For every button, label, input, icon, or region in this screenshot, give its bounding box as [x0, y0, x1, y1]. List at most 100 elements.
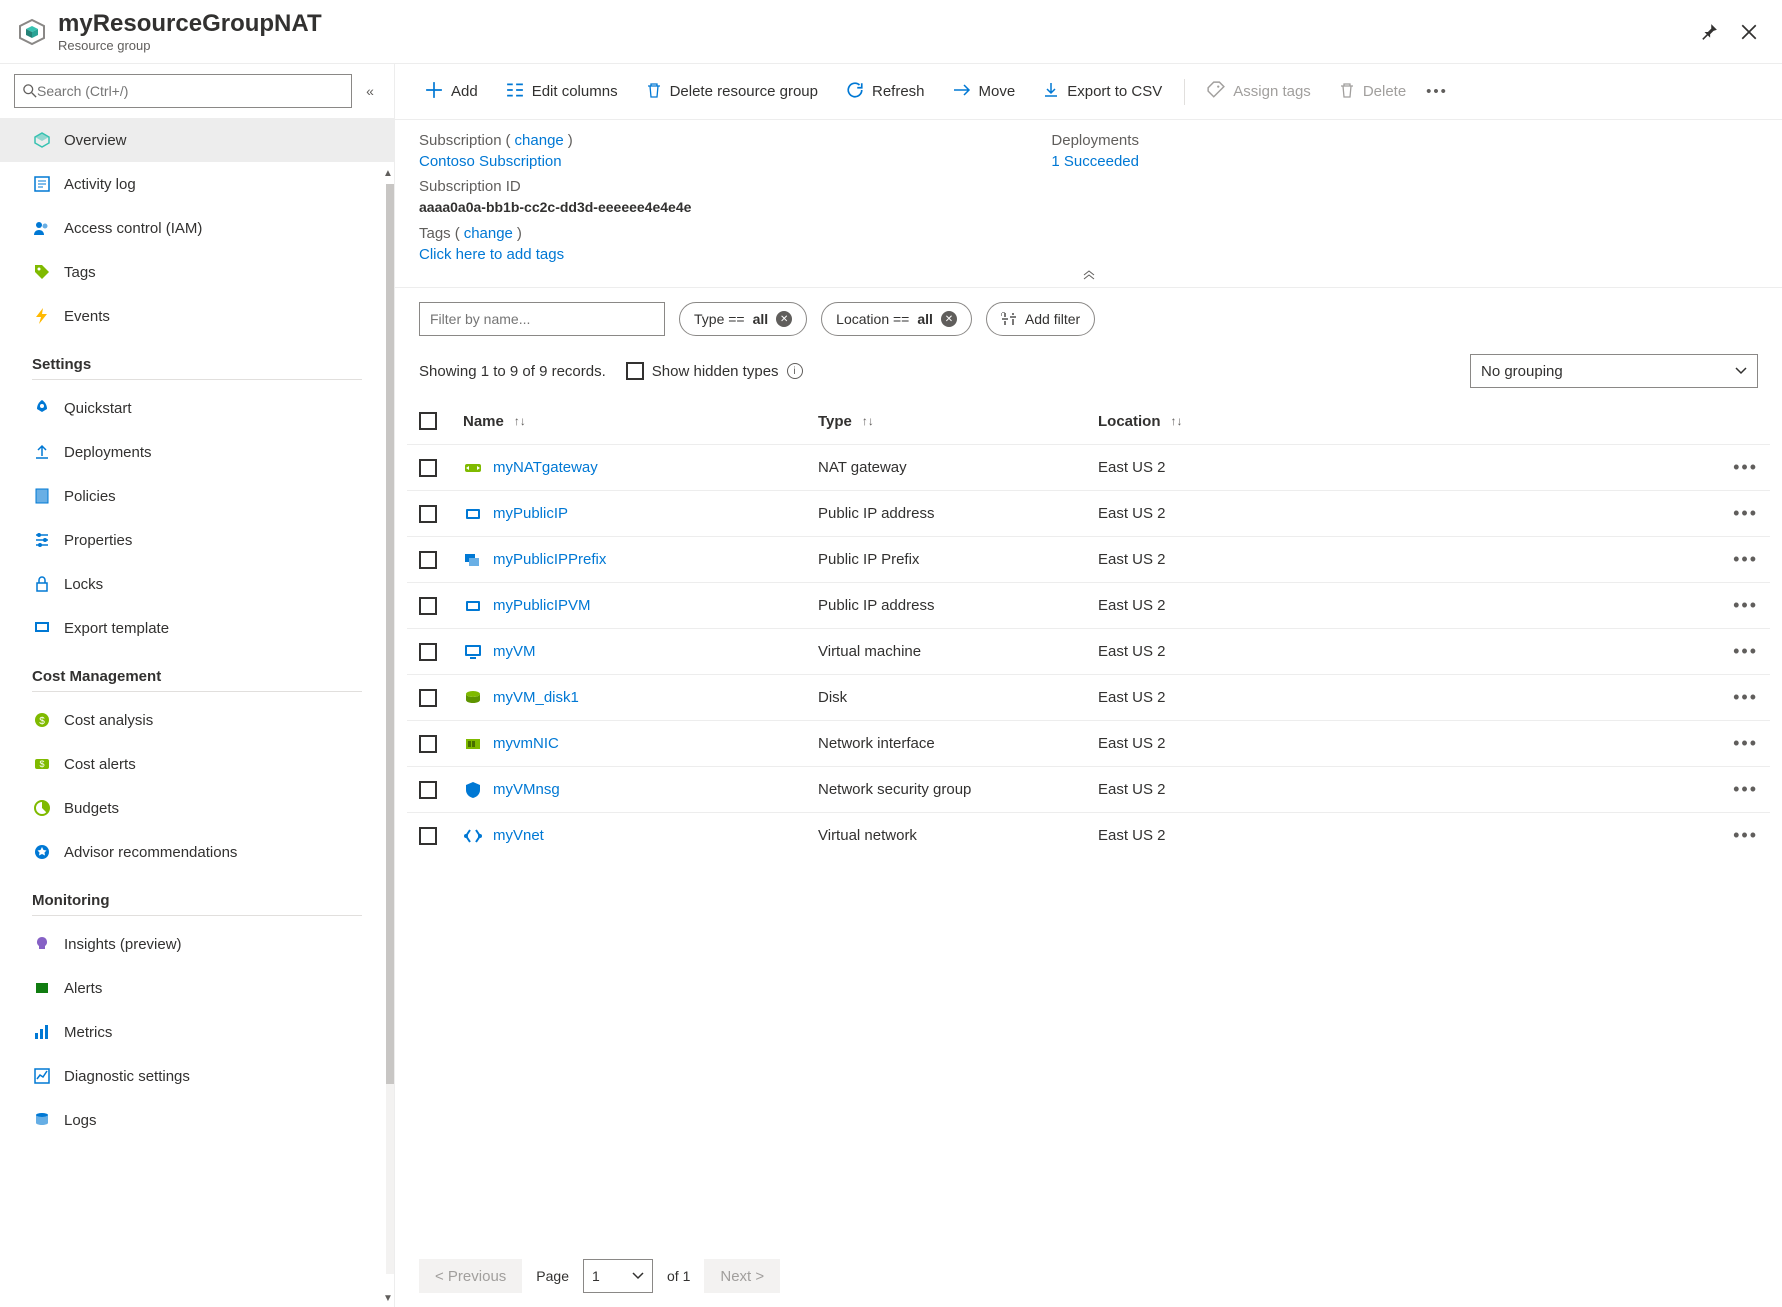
refresh-button[interactable]: Refresh — [834, 75, 937, 109]
sidebar-item-deployments[interactable]: Deployments — [0, 430, 394, 474]
row-context-menu[interactable]: ••• — [1698, 825, 1758, 846]
export-csv-button[interactable]: Export to CSV — [1031, 75, 1174, 109]
assign-tags-button[interactable]: Assign tags — [1195, 75, 1323, 109]
row-checkbox[interactable] — [419, 827, 437, 845]
subscription-name-link[interactable]: Contoso Subscription — [419, 153, 691, 170]
sidebar-item-locks[interactable]: Locks — [0, 562, 394, 606]
resource-link[interactable]: myVM_disk1 — [493, 689, 579, 706]
sidebar-search[interactable] — [14, 74, 352, 108]
row-checkbox[interactable] — [419, 781, 437, 799]
filter-name-input[interactable] — [419, 302, 665, 336]
resource-link[interactable]: myVM — [493, 643, 536, 660]
sidebar-item-policies[interactable]: Policies — [0, 474, 394, 518]
row-context-menu[interactable]: ••• — [1698, 641, 1758, 662]
resource-link[interactable]: myPublicIPVM — [493, 597, 591, 614]
column-name-header[interactable]: Name — [463, 413, 504, 430]
resource-link[interactable]: myPublicIP — [493, 505, 568, 522]
pin-button[interactable] — [1698, 21, 1720, 43]
deployments-link[interactable]: 1 Succeeded — [1051, 153, 1139, 170]
assign-tags-label: Assign tags — [1233, 83, 1311, 100]
sidebar-item-budgets[interactable]: Budgets — [0, 786, 394, 830]
info-icon[interactable]: i — [787, 363, 803, 379]
subscription-change-link[interactable]: change — [515, 132, 564, 149]
page-number: 1 — [592, 1268, 600, 1284]
resource-link[interactable]: myPublicIPPrefix — [493, 551, 606, 568]
edit-columns-button[interactable]: Edit columns — [494, 75, 630, 109]
row-checkbox[interactable] — [419, 551, 437, 569]
cube-icon — [32, 130, 52, 150]
resource-type: Disk — [818, 689, 1098, 706]
sidebar-section-settings: Settings — [32, 338, 362, 380]
delete-button[interactable]: Delete — [1327, 75, 1418, 109]
row-context-menu[interactable]: ••• — [1698, 595, 1758, 616]
sidebar-item-export-template[interactable]: Export template — [0, 606, 394, 650]
sidebar-item-properties[interactable]: Properties — [0, 518, 394, 562]
sidebar-search-input[interactable] — [37, 83, 343, 99]
more-commands-button[interactable]: ••• — [1422, 77, 1452, 106]
sidebar-item-label: Alerts — [64, 980, 102, 997]
page-of-label: of 1 — [667, 1268, 690, 1284]
collapse-essentials-button[interactable] — [395, 269, 1782, 288]
column-location-header[interactable]: Location — [1098, 413, 1161, 430]
sidebar-item-activity-log[interactable]: Activity log — [0, 162, 394, 206]
prev-page-button[interactable]: < Previous — [419, 1259, 522, 1293]
row-checkbox[interactable] — [419, 689, 437, 707]
row-context-menu[interactable]: ••• — [1698, 779, 1758, 800]
location-filter-clear-icon[interactable]: ✕ — [941, 311, 957, 327]
sidebar-item-events[interactable]: Events — [0, 294, 394, 338]
delete-rg-button[interactable]: Delete resource group — [634, 75, 830, 109]
show-hidden-checkbox[interactable] — [626, 362, 644, 380]
row-context-menu[interactable]: ••• — [1698, 457, 1758, 478]
sidebar-item-diagnostic-settings[interactable]: Diagnostic settings — [0, 1054, 394, 1098]
column-type-header[interactable]: Type — [818, 413, 852, 430]
alert-icon — [32, 978, 52, 998]
pip-icon — [463, 504, 483, 524]
sidebar-item-quickstart[interactable]: Quickstart — [0, 386, 394, 430]
sidebar-item-advisor-recommendations[interactable]: Advisor recommendations — [0, 830, 394, 874]
next-page-button[interactable]: Next > — [704, 1259, 780, 1293]
page-select[interactable]: 1 — [583, 1259, 653, 1293]
sidebar-item-cost-analysis[interactable]: $Cost analysis — [0, 698, 394, 742]
tags-change-link[interactable]: change — [464, 225, 513, 242]
sidebar-item-metrics[interactable]: Metrics — [0, 1010, 394, 1054]
sidebar-item-overview[interactable]: Overview — [0, 118, 394, 162]
sidebar-scrollbar-thumb[interactable] — [386, 184, 394, 1084]
row-checkbox[interactable] — [419, 505, 437, 523]
move-button[interactable]: Move — [941, 77, 1028, 107]
sidebar-item-label: Cost alerts — [64, 756, 136, 773]
sidebar-item-insights-preview-[interactable]: Insights (preview) — [0, 922, 394, 966]
location-filter-pill[interactable]: Location == all✕ — [821, 302, 972, 336]
subscription-id-label: Subscription ID — [419, 178, 691, 195]
diag-icon — [32, 1066, 52, 1086]
select-all-checkbox[interactable] — [419, 412, 437, 430]
sidebar-item-alerts[interactable]: Alerts — [0, 966, 394, 1010]
row-checkbox[interactable] — [419, 735, 437, 753]
scroll-down-arrow[interactable]: ▼ — [382, 1293, 394, 1307]
sidebar-item-tags[interactable]: Tags — [0, 250, 394, 294]
resource-link[interactable]: myVMnsg — [493, 781, 560, 798]
row-context-menu[interactable]: ••• — [1698, 687, 1758, 708]
sidebar-item-logs[interactable]: Logs — [0, 1098, 394, 1142]
add-button[interactable]: Add — [413, 75, 490, 109]
collapse-sidebar-button[interactable]: « — [360, 83, 380, 99]
resource-link[interactable]: myVnet — [493, 827, 544, 844]
close-button[interactable] — [1738, 21, 1760, 43]
type-filter-clear-icon[interactable]: ✕ — [776, 311, 792, 327]
type-filter-pill[interactable]: Type == all✕ — [679, 302, 807, 336]
row-context-menu[interactable]: ••• — [1698, 549, 1758, 570]
sidebar-item-cost-alerts[interactable]: $ Cost alerts — [0, 742, 394, 786]
table-row: myVM_disk1DiskEast US 2••• — [407, 674, 1770, 720]
row-checkbox[interactable] — [419, 459, 437, 477]
sidebar-item-access-control-iam-[interactable]: Access control (IAM) — [0, 206, 394, 250]
row-checkbox[interactable] — [419, 597, 437, 615]
row-context-menu[interactable]: ••• — [1698, 733, 1758, 754]
row-context-menu[interactable]: ••• — [1698, 503, 1758, 524]
add-tags-link[interactable]: Click here to add tags — [419, 246, 691, 263]
resource-link[interactable]: myNATgateway — [493, 459, 598, 476]
add-filter-button[interactable]: Add filter — [986, 302, 1095, 336]
resource-link[interactable]: myvmNIC — [493, 735, 559, 752]
grouping-dropdown[interactable]: No grouping — [1470, 354, 1758, 388]
scroll-up-arrow[interactable]: ▲ — [382, 168, 394, 182]
row-checkbox[interactable] — [419, 643, 437, 661]
costalert-icon: $ — [32, 754, 52, 774]
